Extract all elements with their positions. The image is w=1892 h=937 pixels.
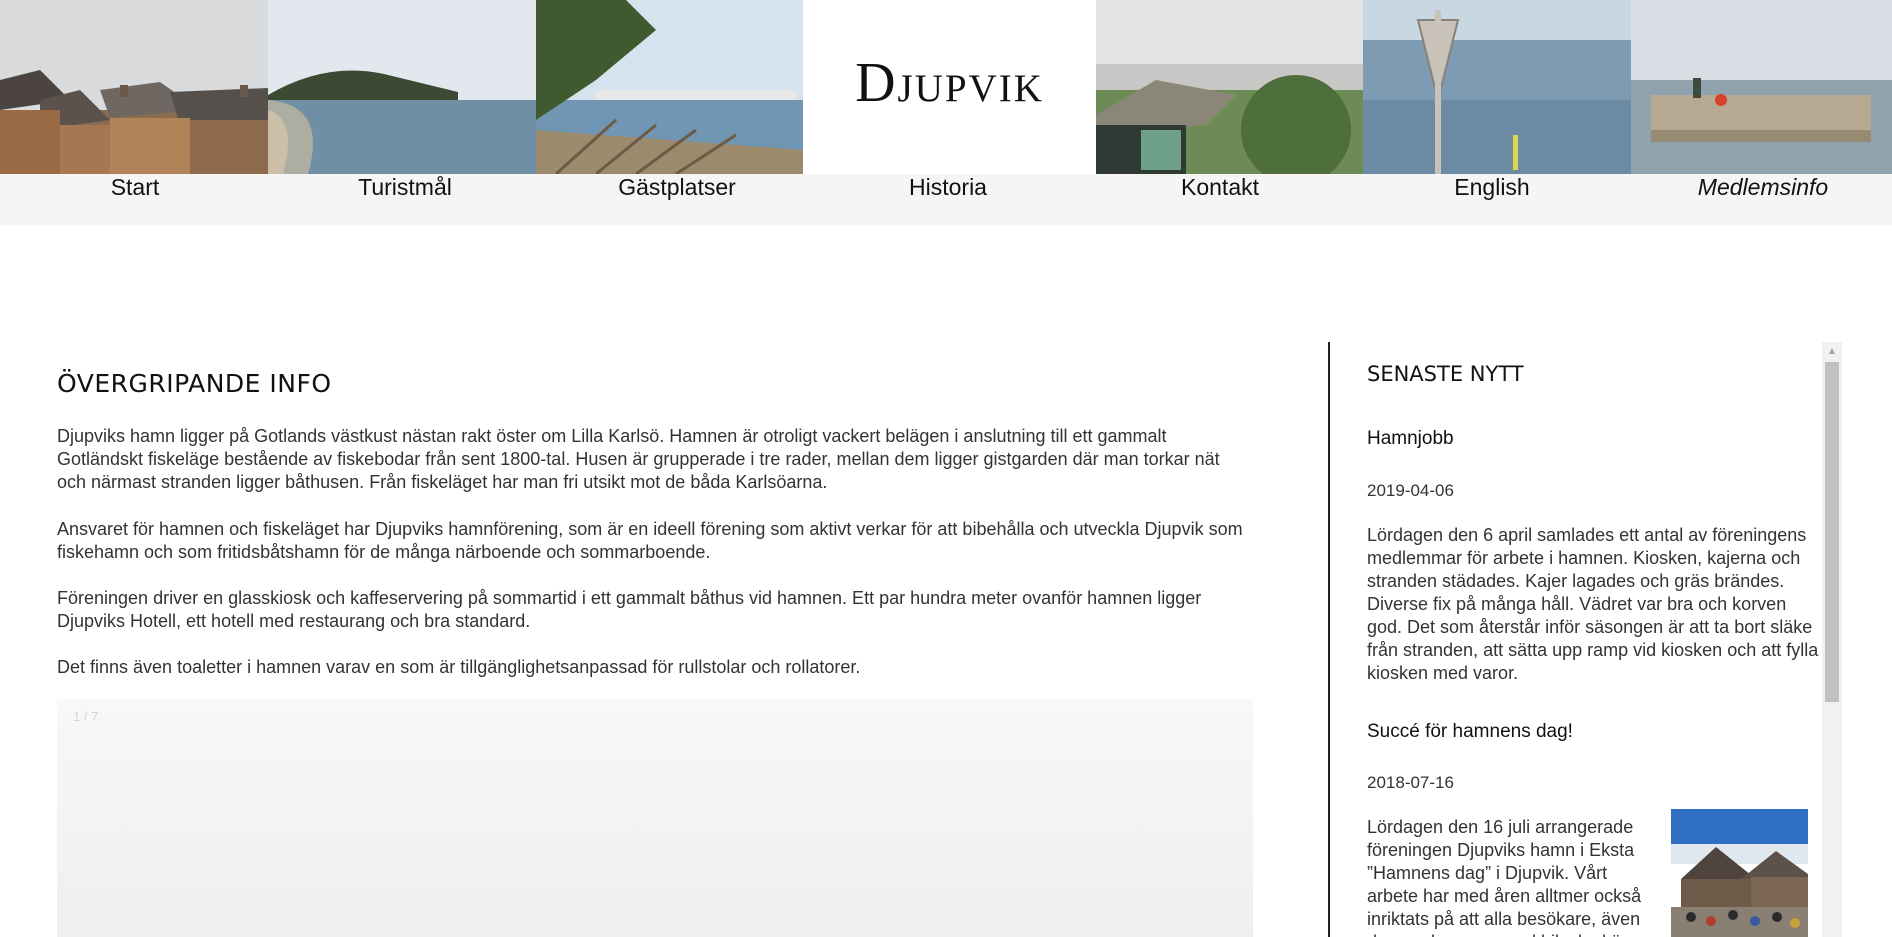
responsibility-paragraph: Ansvaret för hamnen och fiskeläget har D… (57, 519, 1243, 562)
sidebar-scrollbar[interactable]: ▲ (1822, 342, 1842, 937)
site-logo[interactable]: Djupvik (803, 0, 1096, 174)
site-logo-text[interactable]: Djupvik (855, 51, 1044, 115)
nav-item-medlemsinfo[interactable]: Medlemsinfo (1628, 174, 1892, 200)
slideshow-counter: 1 / 7 (73, 709, 99, 724)
nav-item-english[interactable]: English (1357, 174, 1627, 200)
scroll-up-arrow-icon[interactable]: ▲ (1822, 342, 1842, 360)
nav-item-turistmal[interactable]: Turistmål (270, 174, 540, 200)
header-photo-pine-coast (536, 0, 803, 174)
header-photo-pier (1631, 0, 1892, 174)
nav-item-kontakt[interactable]: Kontakt (1085, 174, 1355, 200)
main-navigation: Start Turistmål Gästplatser Historia Kon… (0, 174, 1892, 225)
photo-slideshow[interactable]: 1 / 7 (57, 699, 1253, 937)
intro-paragraph: Djupviks hamn ligger på Gotlands västkus… (57, 426, 1220, 492)
toilets-paragraph: Det finns även toaletter i hamnen varav … (57, 657, 861, 677)
news-photo[interactable] (1671, 809, 1808, 937)
news-body: Lördagen den 16 juli arrangerade förenin… (1367, 817, 1651, 937)
nav-item-gastplatser[interactable]: Gästplatser (542, 174, 812, 200)
page-title: ÖVERGRIPANDE INFO (57, 369, 332, 398)
news-date: 2018-07-16 (1367, 773, 1454, 792)
header-photo-fishing-huts (0, 0, 268, 174)
header-photo-cottage (1096, 0, 1363, 174)
main-content: ÖVERGRIPANDE INFO Djupviks hamn ligger p… (57, 360, 1253, 677)
news-body: Lördagen den 6 april samlades ett antal … (1367, 525, 1819, 683)
nav-item-historia[interactable]: Historia (813, 174, 1083, 200)
news-title[interactable]: Succé för hamnens dag! (1367, 721, 1573, 743)
column-divider (1328, 342, 1330, 937)
nav-item-start[interactable]: Start (0, 174, 270, 200)
header-photo-sea-marker (1363, 0, 1631, 174)
header-photo-strip: Djupvik (0, 0, 1892, 174)
kiosk-paragraph: Föreningen driver en glasskiosk och kaff… (57, 588, 1202, 631)
scrollbar-thumb[interactable] (1825, 362, 1839, 702)
news-date: 2019-04-06 (1367, 481, 1454, 500)
news-sidebar: SENASTE NYTT Hamnjobb 2019-04-06 Lördage… (1367, 342, 1822, 937)
header-photo-beach (268, 0, 536, 174)
sidebar-heading: SENASTE NYTT (1367, 362, 1524, 386)
news-title[interactable]: Hamnjobb (1367, 428, 1454, 450)
